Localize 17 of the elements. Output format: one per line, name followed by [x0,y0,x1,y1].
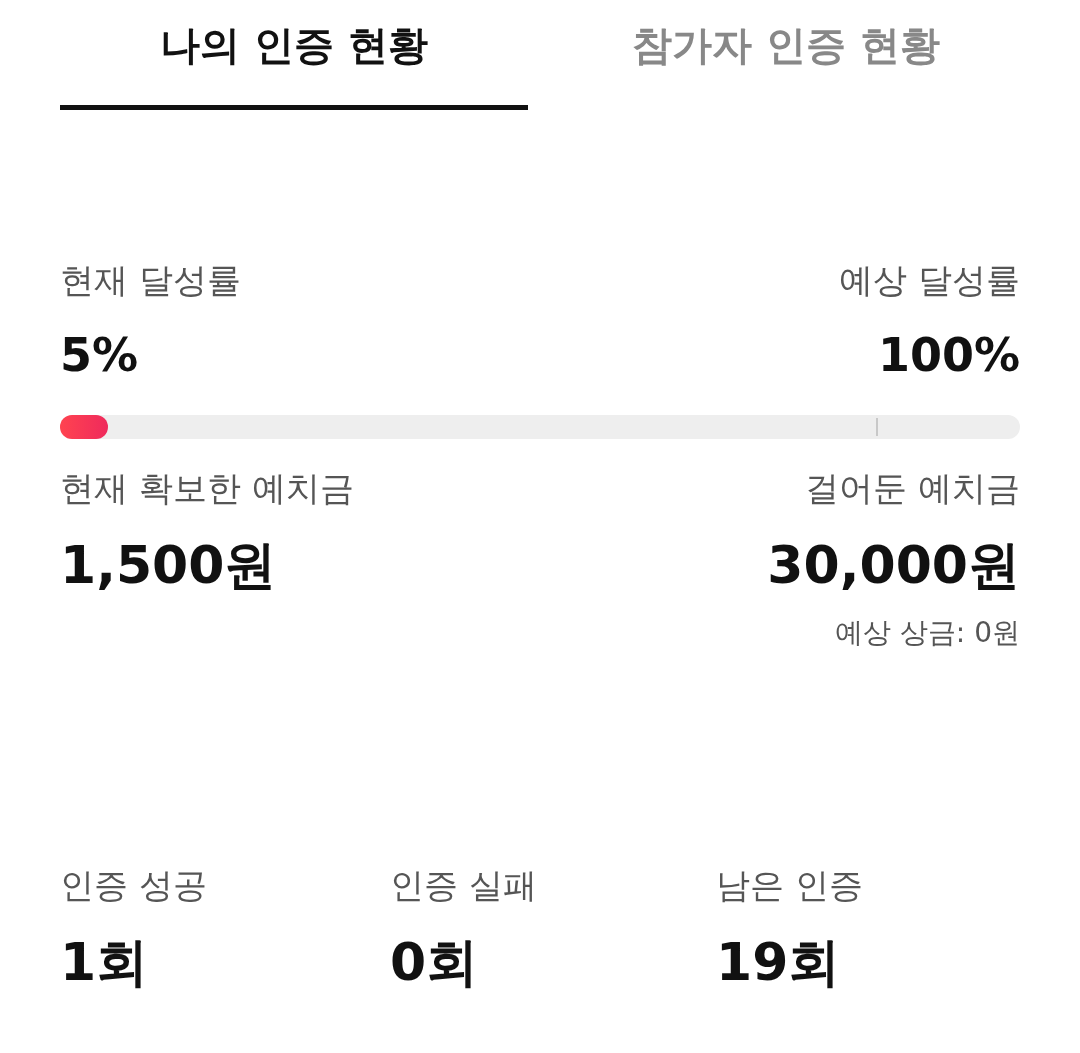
tab[interactable]: 나의 인증 현황 [60,0,528,110]
secured-deposit-label: 현재 확보한 예치금 [60,467,354,510]
current-rate-label: 현재 달성률 [60,259,241,302]
stat-value: 1회 [60,931,149,994]
stat-value: 19회 [716,931,841,994]
secured-deposit-value: 1,500원 [60,534,277,597]
staked-deposit-label: 걸어둔 예치금 [805,467,1020,510]
stat-label: 인증 실패 [390,864,537,907]
expected-rate-value: 100% [877,327,1020,383]
stat-value: 0회 [390,931,479,994]
tab[interactable]: 참가자 인증 현황 [552,0,1020,110]
current-rate-value: 5% [60,327,139,383]
expected-prize-text: 예상 상금: 0원 [834,615,1020,651]
staked-deposit-value: 30,000원 [767,534,1020,597]
stat-label: 인증 성공 [60,864,207,907]
stat-label: 남은 인증 [716,864,863,907]
expected-rate-label: 예상 달성률 [839,259,1020,302]
